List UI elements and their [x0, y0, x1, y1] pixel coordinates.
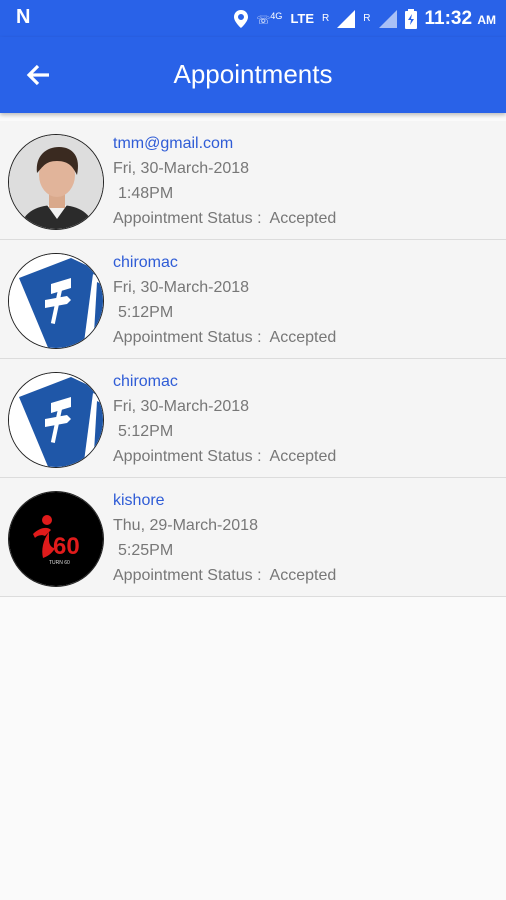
appointment-name[interactable]: kishore [113, 488, 336, 513]
app-bar: Appointments [0, 37, 506, 113]
status-value: Accepted [269, 210, 337, 227]
appointment-name[interactable]: chiromac [113, 369, 336, 394]
appointment-list: tmm@gmail.com Fri, 30-March-2018 1:48PM … [0, 121, 506, 597]
lte-label: LTE [290, 11, 315, 26]
avatar [8, 253, 104, 349]
appointment-status-line: Appointment Status : Accepted [113, 563, 336, 588]
battery-icon [404, 8, 417, 29]
appointment-status-line: Appointment Status : Accepted [113, 444, 336, 469]
signpost-logo-icon [9, 254, 103, 348]
status-label: Appointment Status : [113, 210, 262, 227]
appointment-time: 1:48PM [118, 185, 174, 202]
appointment-time: 5:12PM [118, 304, 174, 321]
signpost-logo-icon [9, 373, 103, 467]
appointment-item[interactable]: tmm@gmail.com Fri, 30-March-2018 1:48PM … [0, 121, 506, 240]
appointment-date: Fri, 30-March-2018 [113, 398, 250, 415]
call-4g-icon: ☏4G [256, 10, 283, 27]
appointment-time: 5:25PM [118, 542, 174, 559]
status-bar: N ☏4G LTE R R 11:32 AM [0, 0, 506, 37]
svg-text:TURN 60: TURN 60 [49, 560, 70, 566]
status-value: Accepted [269, 329, 337, 346]
appointment-name[interactable]: chiromac [113, 250, 336, 275]
status-label: Appointment Status : [113, 567, 262, 584]
person-photo-icon [9, 135, 103, 229]
signal-icon [337, 9, 356, 28]
clock: 11:32 AM [424, 7, 497, 29]
appointment-status-line: Appointment Status : Accepted [113, 206, 336, 231]
status-label: Appointment Status : [113, 329, 262, 346]
location-icon [234, 9, 249, 28]
status-value: Accepted [269, 448, 337, 465]
status-label: Appointment Status : [113, 448, 262, 465]
roaming-label: R [322, 13, 330, 24]
page-title: Appointments [173, 59, 333, 89]
appointment-time: 5:12PM [118, 423, 174, 440]
appointment-info: tmm@gmail.com Fri, 30-March-2018 1:48PM … [113, 131, 336, 231]
avatar: 60 TURN 60 [8, 491, 104, 587]
appointment-item[interactable]: 60 TURN 60 kishore Thu, 29-March-2018 5:… [0, 478, 506, 597]
appointment-item[interactable]: chiromac Fri, 30-March-2018 5:12PM Appoi… [0, 240, 506, 359]
status-value: Accepted [269, 567, 337, 584]
roaming-label-2: R [363, 13, 371, 24]
60-logo-icon: 60 TURN 60 [9, 492, 103, 586]
appointment-date: Fri, 30-March-2018 [113, 160, 250, 177]
appointment-date: Thu, 29-March-2018 [113, 517, 258, 534]
status-icons: ☏4G LTE R R 11:32 AM [234, 0, 496, 37]
avatar [8, 372, 104, 468]
appointment-info: chiromac Fri, 30-March-2018 5:12PM Appoi… [113, 250, 336, 350]
appointment-status-line: Appointment Status : Accepted [113, 325, 336, 350]
avatar [8, 134, 104, 230]
appointment-date: Fri, 30-March-2018 [113, 279, 250, 296]
notification-n-icon: N [16, 6, 31, 28]
appointment-info: chiromac Fri, 30-March-2018 5:12PM Appoi… [113, 369, 336, 469]
signal-icon-2 [378, 9, 397, 28]
appointment-item[interactable]: chiromac Fri, 30-March-2018 5:12PM Appoi… [0, 359, 506, 478]
svg-text:60: 60 [53, 533, 80, 560]
appointment-name[interactable]: tmm@gmail.com [113, 131, 336, 156]
appointment-info: kishore Thu, 29-March-2018 5:25PM Appoin… [113, 488, 336, 588]
